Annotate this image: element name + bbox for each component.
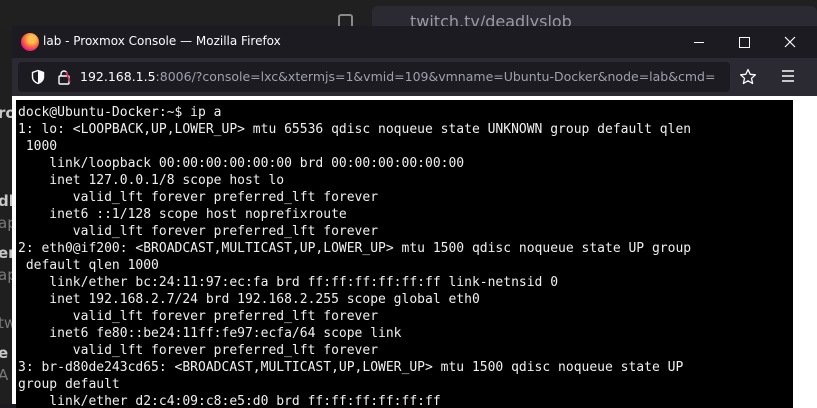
terminal-line: group default: [18, 377, 120, 392]
terminal-line: valid_lft forever preferred_lft forever: [18, 343, 379, 358]
terminal-line: 3: br-d80de243cd65: <BROADCAST,MULTICAST…: [18, 360, 684, 375]
lock-icon[interactable]: [56, 69, 72, 85]
window-title: lab - Proxmox Console — Mozilla Firefox: [43, 34, 281, 48]
url-path: :8006/?console=lxc&xtermjs=1&vmid=109&vm…: [155, 69, 716, 84]
terminal-output: dock@Ubuntu-Docker:~$ ip a 1: lo: <LOOPBA…: [18, 104, 691, 408]
terminal-line: inet 192.168.2.7/24 brd 192.168.2.255 sc…: [18, 292, 480, 307]
navigation-toolbar: 192.168.1.5:8006/?console=lxc&xtermjs=1&…: [12, 58, 817, 96]
page-content: dock@Ubuntu-Docker:~$ ip a 1: lo: <LOOPBA…: [12, 96, 817, 408]
terminal-line: inet6 fe80::be24:11ff:fe97:ecfa/64 scope…: [18, 326, 402, 341]
url-bar[interactable]: 192.168.1.5:8006/?console=lxc&xtermjs=1&…: [18, 62, 730, 92]
terminal[interactable]: dock@Ubuntu-Docker:~$ ip a 1: lo: <LOOPBA…: [16, 100, 793, 408]
terminal-line: valid_lft forever preferred_lft forever: [18, 190, 379, 205]
terminal-line: default qlen 1000: [18, 258, 159, 273]
background-text-fragment: [0, 292, 3, 310]
url-text[interactable]: 192.168.1.5:8006/?console=lxc&xtermjs=1&…: [80, 69, 715, 84]
background-text-fragment: e: [0, 344, 9, 362]
scrollbar-track[interactable]: [793, 100, 817, 408]
terminal-line: inet6 ::1/128 scope host noprefixroute: [18, 207, 347, 222]
terminal-line: 2: eth0@if200: <BROADCAST,MULTICAST,UP,L…: [18, 241, 692, 256]
close-button[interactable]: [769, 28, 811, 56]
terminal-line: link/loopback 00:00:00:00:00:00 brd 00:0…: [18, 156, 465, 171]
url-host: 192.168.1.5: [80, 69, 156, 84]
firefox-window: lab - Proxmox Console — Mozilla Firefox …: [12, 26, 817, 408]
terminal-line: valid_lft forever preferred_lft forever: [18, 224, 379, 239]
minimize-button[interactable]: [678, 28, 720, 56]
terminal-line: 1: lo: <LOOPBACK,UP,LOWER_UP> mtu 65536 …: [18, 122, 692, 137]
terminal-line: inet 127.0.0.1/8 scope host lo: [18, 173, 285, 188]
terminal-line: valid_lft forever preferred_lft forever: [18, 309, 379, 324]
hamburger-menu-icon[interactable]: [780, 69, 796, 83]
maximize-icon: [738, 36, 750, 48]
terminal-line: link/ether bc:24:11:97:ec:fa brd ff:ff:f…: [18, 275, 559, 290]
firefox-logo-icon: [21, 33, 39, 51]
terminal-line: 1000: [18, 139, 58, 154]
background-text-fragment: A: [0, 366, 9, 384]
star-icon[interactable]: [739, 68, 757, 86]
terminal-line: link/ether d2:c4:09:c8:e5:d0 brd ff:ff:f…: [18, 394, 441, 408]
close-icon: [784, 36, 796, 48]
shield-icon[interactable]: [30, 69, 46, 85]
minimize-icon: [694, 41, 704, 43]
maximize-button[interactable]: [723, 28, 765, 56]
window-titlebar[interactable]: lab - Proxmox Console — Mozilla Firefox: [12, 26, 817, 58]
terminal-line: dock@Ubuntu-Docker:~$ ip a: [18, 105, 222, 120]
